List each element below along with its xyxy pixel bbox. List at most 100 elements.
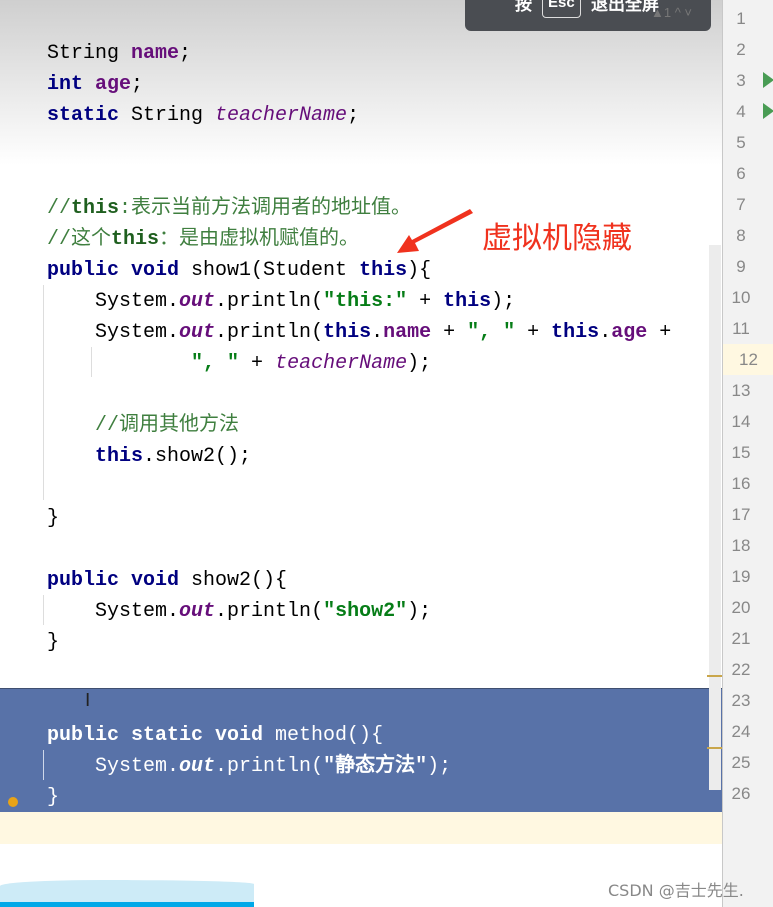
text-cursor-icon: I (85, 690, 91, 711)
code-line[interactable] (47, 658, 671, 689)
code-line[interactable]: public static void method(){ (47, 720, 671, 751)
code-token: this (95, 445, 144, 468)
code-token: + (515, 321, 552, 344)
code-token: out (179, 755, 216, 778)
line-number: 7 (736, 195, 746, 214)
code-line[interactable] (47, 379, 671, 410)
code-token: String (47, 42, 132, 65)
code-token: .println( (215, 290, 324, 313)
scroll-marker (707, 675, 722, 677)
code-line[interactable]: this.show2(); (47, 441, 671, 472)
code-line[interactable]: int age; (47, 69, 671, 100)
code-token: } (47, 631, 60, 654)
scroll-marker (707, 747, 722, 749)
line-number: 9 (736, 257, 746, 276)
lightbulb-icon[interactable] (8, 797, 18, 807)
line-number: 16 (731, 474, 751, 493)
code-line[interactable]: //调用其他方法 (47, 410, 671, 441)
code-token: } (47, 507, 60, 530)
code-token: System. (47, 290, 180, 313)
code-lines[interactable]: String name; int age; static String teache… (47, 38, 671, 813)
line-number-gutter: 1 2 3 4 5 6 7 8 9 10 11 12 13 14 15 16 17 18 19 20 21 22 23 24 2… (722, 0, 773, 907)
run-icon[interactable] (763, 103, 773, 119)
code-line[interactable] (47, 131, 671, 162)
scrollbar[interactable] (709, 245, 721, 790)
code-line[interactable]: public void show2(){ (47, 565, 671, 596)
toast-prefix: 按 (515, 0, 532, 14)
code-token: :表示当前方法调用者的地址值。 (119, 197, 412, 220)
code-line[interactable]: System.out.println("show2"); (47, 596, 671, 627)
code-line[interactable] (47, 162, 671, 193)
line-number: 6 (736, 164, 746, 183)
line-number: 20 (731, 598, 751, 617)
code-line[interactable]: } (47, 627, 671, 658)
code-line[interactable]: } (47, 782, 671, 813)
code-token: "静态方法" (323, 755, 428, 778)
code-token: name (131, 42, 180, 65)
code-token: show1(Student (191, 259, 360, 282)
code-token: .println( (215, 600, 324, 623)
line-number: 13 (731, 381, 751, 400)
code-token: this (551, 321, 600, 344)
code-token: ){ (407, 259, 432, 282)
code-token: + (431, 321, 468, 344)
code-token: out (179, 321, 216, 344)
annotation-label: 虚拟机隐藏 (482, 221, 632, 256)
code-line[interactable]: static String teacherName; (47, 100, 671, 131)
line-number: 5 (736, 133, 746, 152)
code-token: .println( (215, 755, 324, 778)
decorative-wave (0, 880, 254, 907)
line-number: 14 (731, 412, 751, 431)
line-number: 4 (736, 102, 746, 121)
code-line[interactable] (47, 472, 671, 503)
line-number: 24 (731, 722, 751, 741)
code-editor[interactable]: String name; int age; static String teache… (0, 0, 722, 907)
code-line[interactable]: System.out.println("this:" + this); (47, 286, 671, 317)
code-token: this (71, 197, 120, 220)
code-token: public static void (47, 724, 276, 747)
code-line[interactable]: String name; (47, 38, 671, 69)
code-line[interactable]: } (47, 503, 671, 534)
code-line[interactable] (47, 689, 671, 720)
code-token: ); (427, 755, 452, 778)
line-number: 8 (736, 226, 746, 245)
code-line[interactable] (47, 534, 671, 565)
code-token: age (95, 73, 132, 96)
code-token: public void (47, 259, 192, 282)
line-number: 18 (731, 536, 751, 555)
code-line[interactable]: System.out.println("静态方法"); (47, 751, 671, 782)
code-token: age (611, 321, 648, 344)
watermark: CSDN @吉士先生. (608, 881, 744, 900)
code-token: name (383, 321, 432, 344)
code-line[interactable]: System.out.println(this.name + ", " + th… (47, 317, 671, 348)
line-number: 17 (731, 505, 751, 524)
code-token: ; (179, 42, 192, 65)
indent-guide (43, 595, 44, 625)
code-token: . (599, 321, 612, 344)
code-token: method(){ (275, 724, 384, 747)
toast-suffix: 退出全屏 (591, 0, 659, 14)
code-token: this (111, 228, 160, 251)
code-token: //调用其他方法 (95, 414, 240, 437)
code-token: public void (47, 569, 192, 592)
line-number: 1 (736, 9, 746, 28)
code-token: this (359, 259, 408, 282)
code-token: ; (131, 73, 144, 96)
red-arrow-icon (397, 209, 473, 253)
code-token: System. (47, 600, 180, 623)
code-token: + (647, 321, 672, 344)
run-icon[interactable] (763, 72, 773, 88)
code-token: ", " (467, 321, 516, 344)
code-token: int (47, 73, 96, 96)
code-line[interactable]: ", " + teacherName); (47, 348, 671, 379)
warning-counter[interactable]: ▲1 ^ ˅ (651, 5, 692, 20)
code-token: show2(){ (191, 569, 288, 592)
code-token: //这个 (47, 228, 112, 251)
code-line[interactable]: public void show1(Student this){ (47, 255, 671, 286)
line-number: 19 (731, 567, 751, 586)
line-number: 26 (731, 784, 751, 803)
esc-key: Esc (542, 0, 581, 18)
code-token: System. (47, 755, 180, 778)
